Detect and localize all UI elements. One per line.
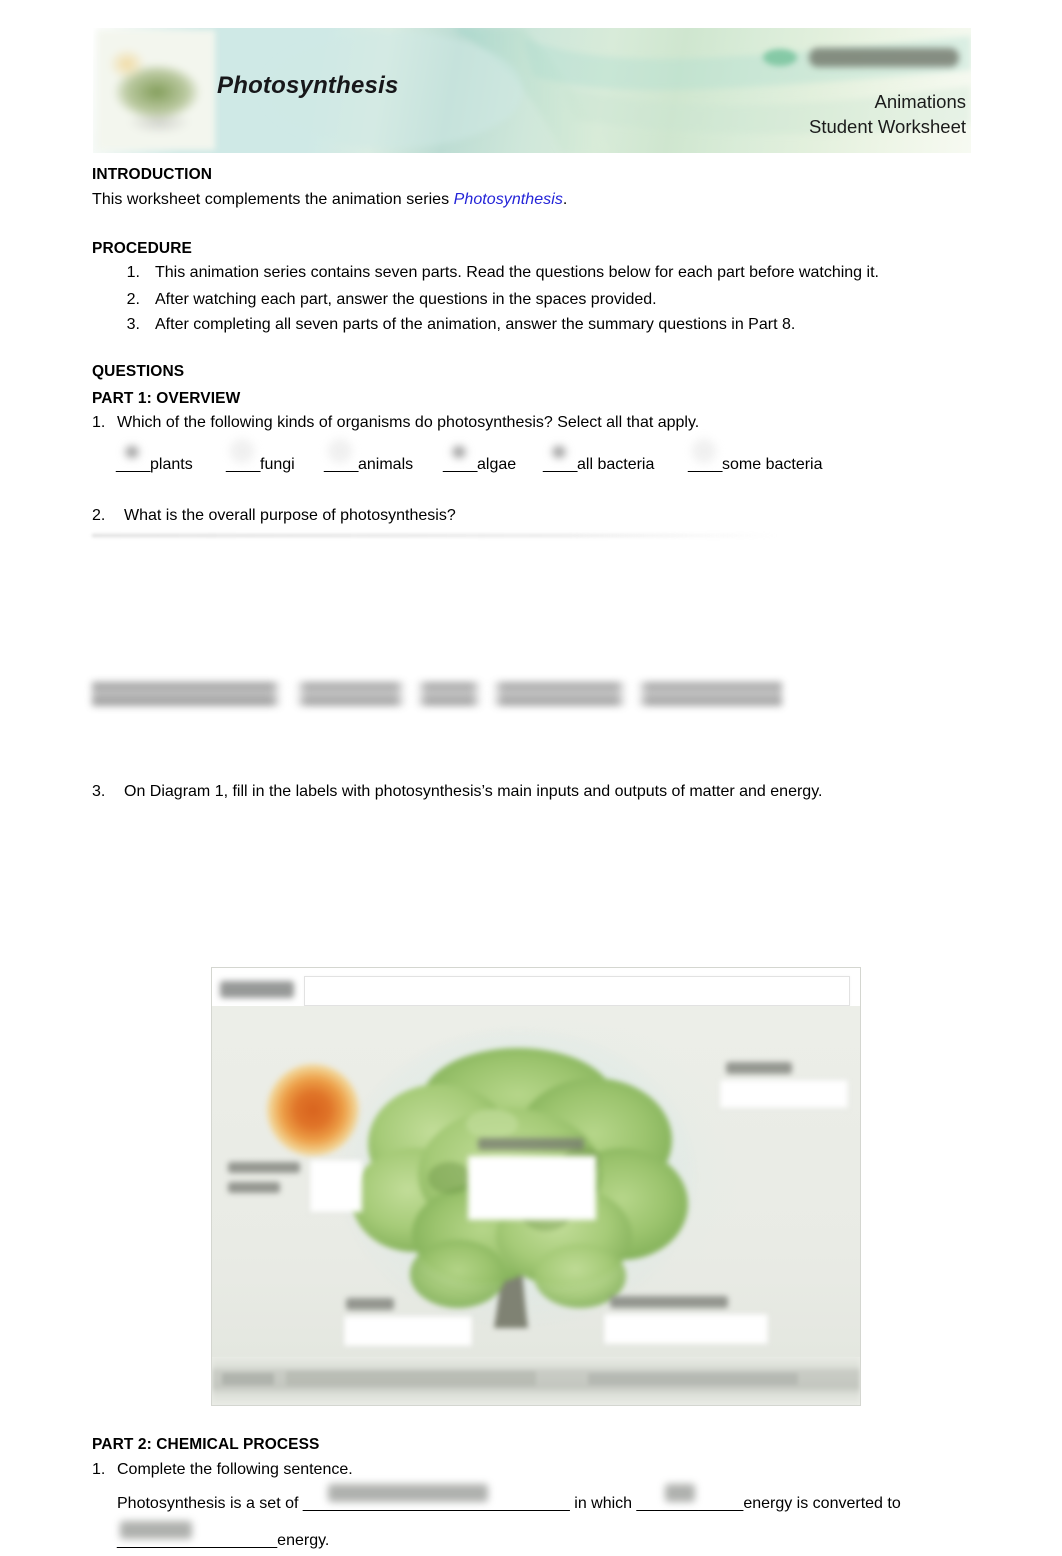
introduction-heading: INTRODUCTION	[92, 166, 213, 183]
option-fungi-label: fungi	[260, 456, 295, 473]
procedure-item-1: This animation series contains seven par…	[155, 264, 879, 281]
part2-answer1-redacted	[328, 1484, 488, 1502]
page-title: Photosynthesis	[217, 72, 399, 99]
checkmark-icon-some-bacteria	[691, 438, 717, 464]
diagram-label-bottom-left[interactable]	[340, 1294, 480, 1348]
diagram-stage	[212, 1006, 860, 1357]
part1-q3-number: 3.	[92, 783, 106, 800]
brand-wordmark	[809, 48, 959, 67]
diagram-label-bottom-right[interactable]	[602, 1292, 774, 1348]
part2-seg3: energy is converted to	[743, 1495, 901, 1512]
part1-q2-text: What is the overall purpose of photosynt…	[124, 507, 456, 524]
part2-sentence-line1: Photosynthesis is a set of _____________…	[117, 1495, 997, 1513]
part2-answer2-redacted	[665, 1484, 695, 1502]
checkmark-icon-fungi	[229, 438, 255, 464]
diagram-label-top-right[interactable]	[712, 1054, 852, 1112]
animation-series-link[interactable]: Photosynthesis	[454, 191, 563, 208]
checkmark-icon-all-bacteria	[546, 438, 572, 464]
part2-sentence-line2: __________________energy.	[117, 1532, 997, 1550]
option-all-bacteria[interactable]: ____all bacteria	[543, 438, 655, 474]
option-plants-label: plants	[150, 456, 193, 473]
brand-logo	[763, 44, 968, 72]
part1-heading: PART 1: OVERVIEW	[92, 390, 241, 407]
questions-heading: QUESTIONS	[92, 363, 185, 380]
introduction-text-before: This worksheet complements the animation…	[92, 191, 454, 208]
part2-seg1: Photosynthesis is a set of	[117, 1495, 303, 1512]
option-plants[interactable]: ____plants	[116, 438, 193, 474]
part1-q2-answer-redacted[interactable]	[92, 682, 782, 706]
checkmark-icon-algae	[446, 438, 472, 464]
header-banner: Photosynthesis Animations Student Worksh…	[93, 28, 971, 153]
diagram-caption-label	[220, 981, 294, 998]
part2-q1-text: Complete the following sentence.	[117, 1461, 353, 1478]
banner-subtitle: Animations Student Worksheet	[809, 89, 966, 139]
procedure-item-3: After completing all seven parts of the …	[155, 316, 796, 333]
part1-q1-number: 1.	[92, 414, 106, 431]
option-animals-label: animals	[358, 456, 414, 473]
diagram-1-screenshot[interactable]	[211, 967, 861, 1406]
diagram-label-left[interactable]	[224, 1152, 362, 1214]
banner-subtitle-line1: Animations	[874, 91, 966, 112]
option-algae[interactable]: ____algae	[443, 438, 517, 474]
part1-q2-number: 2.	[92, 507, 106, 524]
diagram-label-center[interactable]	[468, 1134, 600, 1224]
part1-q3-text: On Diagram 1, fill in the labels with ph…	[124, 783, 823, 800]
part2-heading: PART 2: CHEMICAL PROCESS	[92, 1436, 320, 1453]
banner-subtitle-line2: Student Worksheet	[809, 116, 966, 137]
procedure-item-2: After watching each part, answer the que…	[155, 291, 657, 308]
playback-controls-bar[interactable]	[212, 1357, 860, 1405]
part2-seg2: in which	[569, 1495, 637, 1512]
part2-seg4: energy.	[277, 1532, 330, 1549]
option-algae-label: algae	[477, 456, 517, 473]
procedure-heading: PROCEDURE	[92, 240, 192, 257]
part1-q2-answer-rule	[92, 534, 777, 537]
option-some-bacteria-label: some bacteria	[722, 456, 823, 473]
part2-q1-number: 1.	[92, 1461, 106, 1478]
brand-mark-icon	[763, 49, 797, 66]
diagram-title-input[interactable]	[304, 976, 850, 1006]
procedure-item-2-number: 2.	[126, 291, 140, 308]
option-animals[interactable]: ____animals	[324, 438, 414, 474]
diagram-topbar	[212, 968, 860, 1006]
option-fungi[interactable]: ____fungi	[226, 438, 295, 474]
introduction-text: This worksheet complements the animation…	[92, 191, 567, 209]
part1-q1-text: Which of the following kinds of organism…	[117, 414, 700, 431]
tree-logo-icon	[97, 30, 215, 150]
checkmark-icon-animals	[327, 438, 353, 464]
playback-button[interactable]	[222, 1373, 274, 1385]
option-some-bacteria[interactable]: ____some bacteria	[688, 438, 823, 474]
option-all-bacteria-label: all bacteria	[577, 456, 655, 473]
organism-checkbox-row: ____plants ____fungi ____animals ____alg…	[116, 438, 956, 496]
procedure-item-3-number: 3.	[126, 316, 140, 333]
checkmark-icon-plants	[119, 438, 145, 464]
introduction-text-after: .	[562, 191, 568, 208]
progress-track[interactable]	[286, 1371, 536, 1386]
part2-answer3-redacted	[120, 1521, 192, 1539]
procedure-item-1-number: 1.	[126, 264, 140, 281]
playback-options[interactable]	[588, 1373, 798, 1385]
